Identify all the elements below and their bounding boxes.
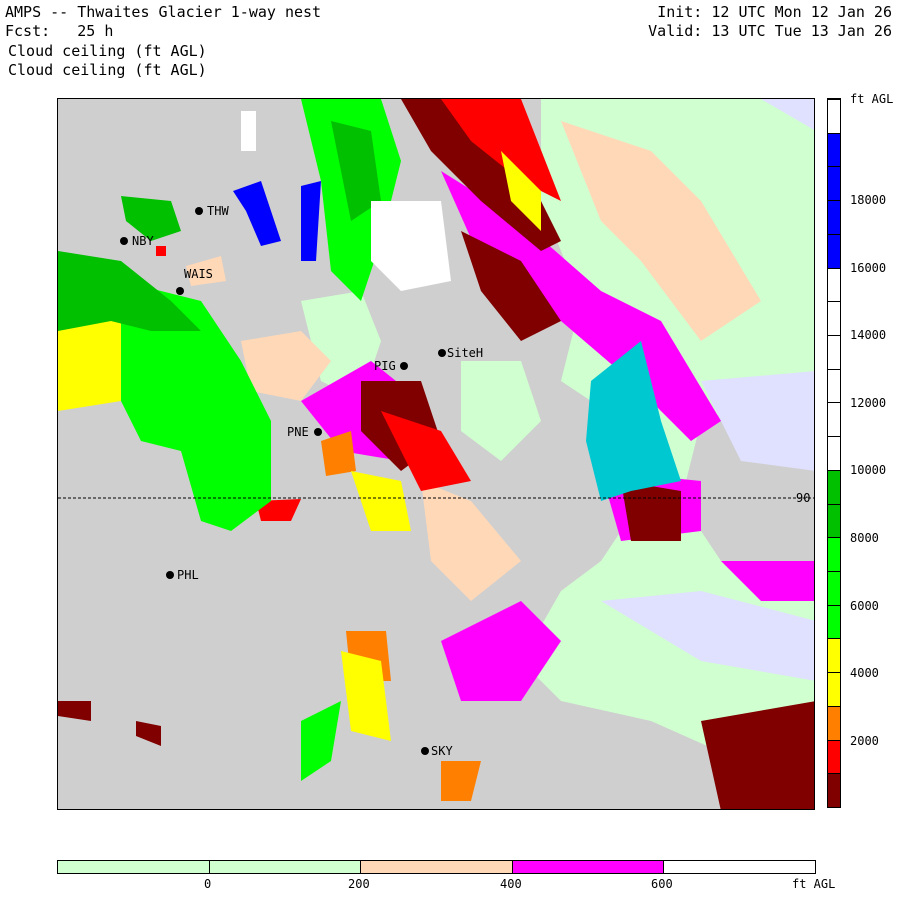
station-label: PHL [177, 568, 199, 582]
colorbar-segment [828, 571, 840, 605]
map-field: 90 W THW NBY WAIS PIG SiteH PNE PHL SKY [58, 99, 815, 809]
station-label: WAIS [184, 267, 213, 281]
colorbar-segment [828, 301, 840, 335]
station-label: PNE [287, 425, 309, 439]
colorbar-tick-label: 2000 [850, 734, 879, 748]
valid-time: Valid: 13 UTC Tue 13 Jan 26 [648, 22, 892, 40]
bottom-colorbar-units: ft AGL [792, 877, 836, 891]
station-label: NBY [132, 234, 154, 248]
colorbar-tick-label: 12000 [850, 396, 887, 410]
colorbar-tick-label: 10000 [850, 463, 887, 477]
colorbar-segment [828, 166, 840, 201]
colorbar-tick-label: 14000 [850, 328, 887, 342]
station-marker [195, 207, 203, 215]
station-label: THW [207, 204, 229, 218]
colorbar-tick-label: 18000 [850, 193, 887, 207]
cloud-ceiling-map: 90 W THW NBY WAIS PIG SiteH PNE PHL SKY [57, 98, 815, 810]
forecast-hour: Fcst: 25 h [5, 22, 114, 40]
colorbar-tick-label: 6000 [850, 599, 879, 613]
station-marker [400, 362, 408, 370]
station-marker [421, 747, 429, 755]
bottom-colorbar-label: 200 [348, 877, 370, 891]
bottom-colorbar-segment [57, 860, 210, 874]
colorbar-segment [828, 99, 840, 133]
meridian-label: 90 W [796, 491, 815, 505]
station-label: SKY [431, 744, 453, 758]
colorbar-segment [828, 739, 840, 774]
bottom-colorbar-segment [208, 860, 362, 874]
station-label: PIG [374, 359, 396, 373]
colorbar-segment [828, 469, 840, 504]
field-label-2: Cloud ceiling (ft AGL) [8, 61, 207, 79]
station-marker [438, 349, 446, 357]
colorbar-segment [828, 638, 840, 673]
colorbar-segment [828, 604, 840, 639]
colorbar-segment [828, 537, 840, 571]
colorbar-segment [828, 267, 840, 302]
colorbar-tick-label: 16000 [850, 261, 887, 275]
colorbar-segment [828, 672, 840, 706]
colorbar-segment [828, 335, 840, 369]
bottom-colorbar-segment [663, 860, 816, 874]
field-label: Cloud ceiling (ft AGL) [8, 42, 207, 60]
station-label: SiteH [447, 346, 483, 360]
colorbar-segment [828, 773, 840, 807]
colorbar-units: ft AGL [850, 92, 894, 106]
bottom-colorbar-label: 0 [204, 877, 212, 891]
station-marker [176, 287, 184, 295]
colorbar-segment [828, 368, 840, 403]
colorbar-segment [828, 436, 840, 470]
bottom-colorbar-label: 600 [651, 877, 673, 891]
colorbar-tick-label: 8000 [850, 531, 879, 545]
colorbar-tick-label: 4000 [850, 666, 879, 680]
station-marker [314, 428, 322, 436]
init-time: Init: 12 UTC Mon 12 Jan 26 [657, 3, 892, 21]
station-marker [120, 237, 128, 245]
title: AMPS -- Thwaites Glacier 1-way nest [5, 3, 322, 21]
station-marker [166, 571, 174, 579]
colorbar-segment [828, 200, 840, 234]
colorbar-segment [828, 132, 840, 167]
bottom-colorbar-segment [360, 860, 513, 874]
ceiling-colorbar [827, 98, 841, 808]
bottom-colorbar-label: 400 [500, 877, 522, 891]
colorbar-segment [828, 233, 840, 268]
colorbar-segment [828, 705, 840, 740]
colorbar-segment [828, 402, 840, 437]
colorbar-segment [828, 503, 840, 538]
bottom-colorbar-segment [511, 860, 665, 874]
low-ceiling-colorbar [57, 860, 816, 874]
